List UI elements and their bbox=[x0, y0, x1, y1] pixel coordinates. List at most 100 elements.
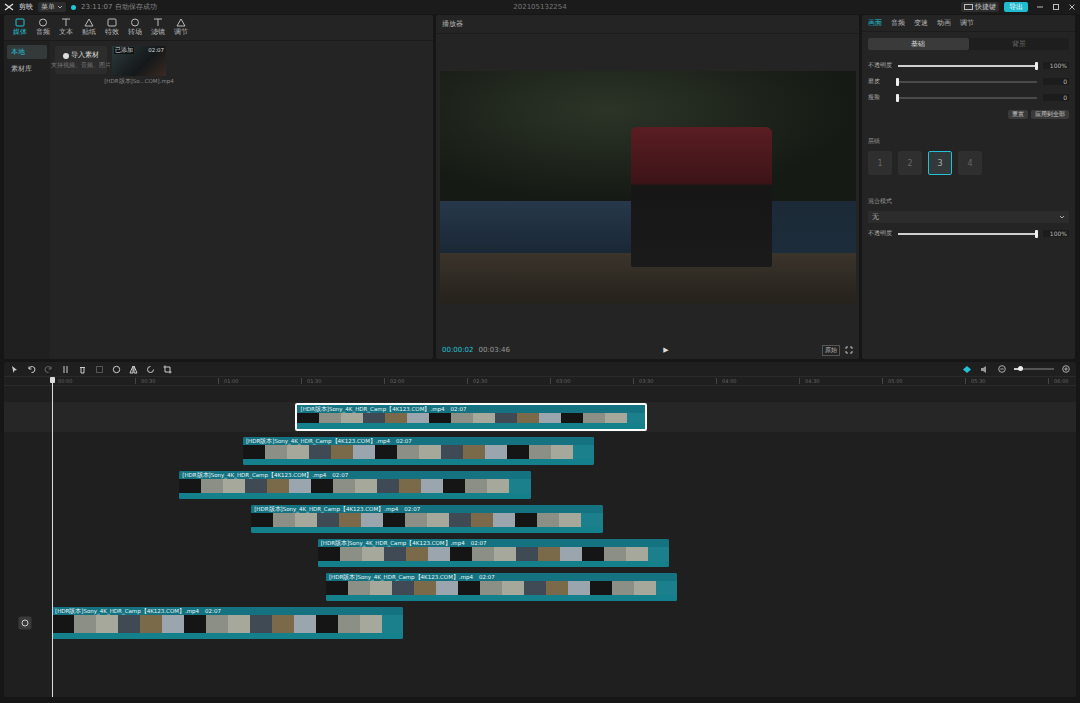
media-item[interactable]: 已添加02:07[HDR版本]So...COM].mp4 bbox=[112, 46, 166, 85]
video-clip[interactable]: [HDR版本]Sony_4K_HDR_Camp【4K123.COM】.mp402… bbox=[179, 471, 530, 499]
clip-thumbnails bbox=[52, 615, 403, 633]
media-tab[interactable]: 特效 bbox=[102, 17, 122, 38]
slider-value[interactable]: 0 bbox=[1043, 94, 1069, 101]
fullscreen-icon[interactable] bbox=[845, 346, 853, 354]
play-button[interactable]: ▶ bbox=[663, 346, 668, 354]
ruler-tick: 00:30 bbox=[135, 378, 155, 384]
video-clip[interactable]: [HDR版本]Sony_4K_HDR_Camp【4K123.COM】.mp402… bbox=[326, 573, 677, 601]
layer-button[interactable]: 3 bbox=[928, 151, 952, 175]
media-tab-bar: 媒体音频文本贴纸特效转场滤镜调节 bbox=[4, 15, 433, 41]
menu-button[interactable]: 菜单 bbox=[38, 2, 66, 12]
media-duration: 02:07 bbox=[148, 47, 164, 53]
slider-row: 不透明度100% bbox=[868, 228, 1069, 239]
media-tab[interactable]: 调节 bbox=[171, 17, 191, 38]
slider-value[interactable]: 100% bbox=[1043, 62, 1069, 69]
media-tab[interactable]: 贴纸 bbox=[79, 17, 99, 38]
audio-icon bbox=[38, 18, 48, 27]
media-tab[interactable]: 转场 bbox=[125, 17, 145, 38]
slider[interactable] bbox=[898, 81, 1037, 83]
current-time: 00:00:02 bbox=[442, 346, 473, 354]
playhead[interactable] bbox=[52, 377, 53, 697]
pointer-icon[interactable] bbox=[10, 365, 19, 374]
freeze-icon[interactable] bbox=[95, 365, 104, 374]
inspector-tab[interactable]: 画面 bbox=[868, 18, 882, 28]
video-clip[interactable]: [HDR版本]Sony_4K_HDR_Camp【4K123.COM】.mp402… bbox=[52, 607, 403, 639]
subtab[interactable]: 背景 bbox=[969, 38, 1070, 50]
slider-value[interactable]: 100% bbox=[1043, 230, 1069, 237]
inspector-tab[interactable]: 动画 bbox=[937, 18, 951, 28]
effect-icon bbox=[107, 18, 117, 27]
redo-icon[interactable] bbox=[44, 365, 53, 374]
blend-mode-dropdown[interactable]: 无 bbox=[868, 211, 1069, 223]
audio-link-icon[interactable] bbox=[980, 365, 990, 374]
split-icon[interactable] bbox=[61, 365, 70, 374]
inspector-tab[interactable]: 调节 bbox=[960, 18, 974, 28]
clip-thumbnails bbox=[318, 547, 669, 561]
inspector-button[interactable]: 重置 bbox=[1008, 110, 1028, 119]
media-icon bbox=[15, 18, 25, 27]
media-tab[interactable]: 媒体 bbox=[10, 17, 30, 38]
media-tab[interactable]: 滤镜 bbox=[148, 17, 168, 38]
clip-audio-wave bbox=[318, 561, 669, 567]
slider[interactable] bbox=[898, 65, 1037, 67]
cover-icon[interactable] bbox=[18, 616, 32, 630]
layer-title: 层级 bbox=[868, 137, 1069, 146]
layer-button[interactable]: 2 bbox=[898, 151, 922, 175]
chevron-down-icon bbox=[1059, 214, 1065, 220]
inspector-button[interactable]: 应用到全部 bbox=[1031, 110, 1069, 119]
zoom-slider[interactable] bbox=[1014, 368, 1054, 370]
layer-button[interactable]: 1 bbox=[868, 151, 892, 175]
slider-value[interactable]: 0 bbox=[1043, 78, 1069, 85]
clip-thumbnails bbox=[326, 581, 677, 595]
inspector-panel: 画面音频变速动画调节基础背景不透明度100%磨皮0瘦脸0重置应用到全部层级123… bbox=[862, 15, 1075, 359]
rotate-icon[interactable] bbox=[146, 365, 155, 374]
maximize-icon[interactable] bbox=[1052, 3, 1060, 11]
video-clip[interactable]: [HDR版本]Sony_4K_HDR_Camp【4K123.COM】.mp402… bbox=[318, 539, 669, 567]
timeline-toolbar bbox=[4, 362, 1076, 377]
clip-audio-wave bbox=[326, 595, 677, 601]
minimize-icon[interactable] bbox=[1036, 3, 1044, 11]
slider-row: 不透明度100% bbox=[868, 60, 1069, 71]
media-tab[interactable]: 音频 bbox=[33, 17, 53, 38]
subtab[interactable]: 基础 bbox=[868, 38, 969, 50]
capcut-logo-icon bbox=[4, 2, 14, 12]
media-sidebar: 本地素材库 bbox=[4, 41, 50, 359]
import-button[interactable]: 导入素材支持视频、音频、图片 bbox=[55, 46, 107, 74]
timeline-canvas: 00:0000:3001:0001:3002:0002:3003:0003:30… bbox=[4, 377, 1076, 697]
track-row: [HDR版本]Sony_4K_HDR_Camp【4K123.COM】.mp402… bbox=[4, 436, 1076, 466]
reverse-icon[interactable] bbox=[112, 365, 121, 374]
sidebar-item[interactable]: 素材库 bbox=[7, 62, 47, 76]
shortcut-button[interactable]: 快捷键 bbox=[961, 2, 999, 12]
undo-icon[interactable] bbox=[27, 365, 36, 374]
zoom-in-icon[interactable] bbox=[1062, 365, 1070, 373]
snap-icon[interactable] bbox=[962, 365, 972, 374]
inspector-tab[interactable]: 音频 bbox=[891, 18, 905, 28]
export-button[interactable]: 导出 bbox=[1004, 2, 1028, 12]
delete-icon[interactable] bbox=[78, 365, 87, 374]
media-panel: 媒体音频文本贴纸特效转场滤镜调节本地素材库导入素材支持视频、音频、图片已添加02… bbox=[4, 15, 433, 359]
video-clip[interactable]: [HDR版本]Sony_4K_HDR_Camp【4K123.COM】.mp402… bbox=[295, 403, 646, 431]
player-controls: 00:00:02 00:03:46 ▶ 原始 bbox=[436, 341, 859, 359]
video-preview bbox=[440, 71, 856, 304]
slider[interactable] bbox=[898, 233, 1037, 235]
mirror-icon[interactable] bbox=[129, 365, 138, 374]
ruler-tick: 06:00 bbox=[1048, 378, 1068, 384]
text-icon bbox=[61, 18, 71, 27]
media-tab[interactable]: 文本 bbox=[56, 17, 76, 38]
total-time: 00:03:46 bbox=[478, 346, 509, 354]
clip-audio-wave bbox=[251, 527, 602, 533]
sidebar-item[interactable]: 本地 bbox=[7, 45, 47, 59]
plus-icon bbox=[63, 53, 69, 59]
video-clip[interactable]: [HDR版本]Sony_4K_HDR_Camp【4K123.COM】.mp402… bbox=[251, 505, 602, 533]
crop-icon[interactable] bbox=[163, 365, 172, 374]
ruler-tick: 04:00 bbox=[716, 378, 736, 384]
ratio-button[interactable]: 原始 bbox=[822, 345, 840, 356]
slider[interactable] bbox=[898, 97, 1037, 99]
layer-button[interactable]: 4 bbox=[958, 151, 982, 175]
zoom-out-icon[interactable] bbox=[998, 365, 1006, 373]
close-icon[interactable] bbox=[1068, 3, 1076, 11]
ruler-tick: 01:30 bbox=[301, 378, 321, 384]
save-status-dot bbox=[71, 5, 76, 10]
inspector-tab[interactable]: 变速 bbox=[914, 18, 928, 28]
video-clip[interactable]: [HDR版本]Sony_4K_HDR_Camp【4K123.COM】.mp402… bbox=[243, 437, 594, 465]
